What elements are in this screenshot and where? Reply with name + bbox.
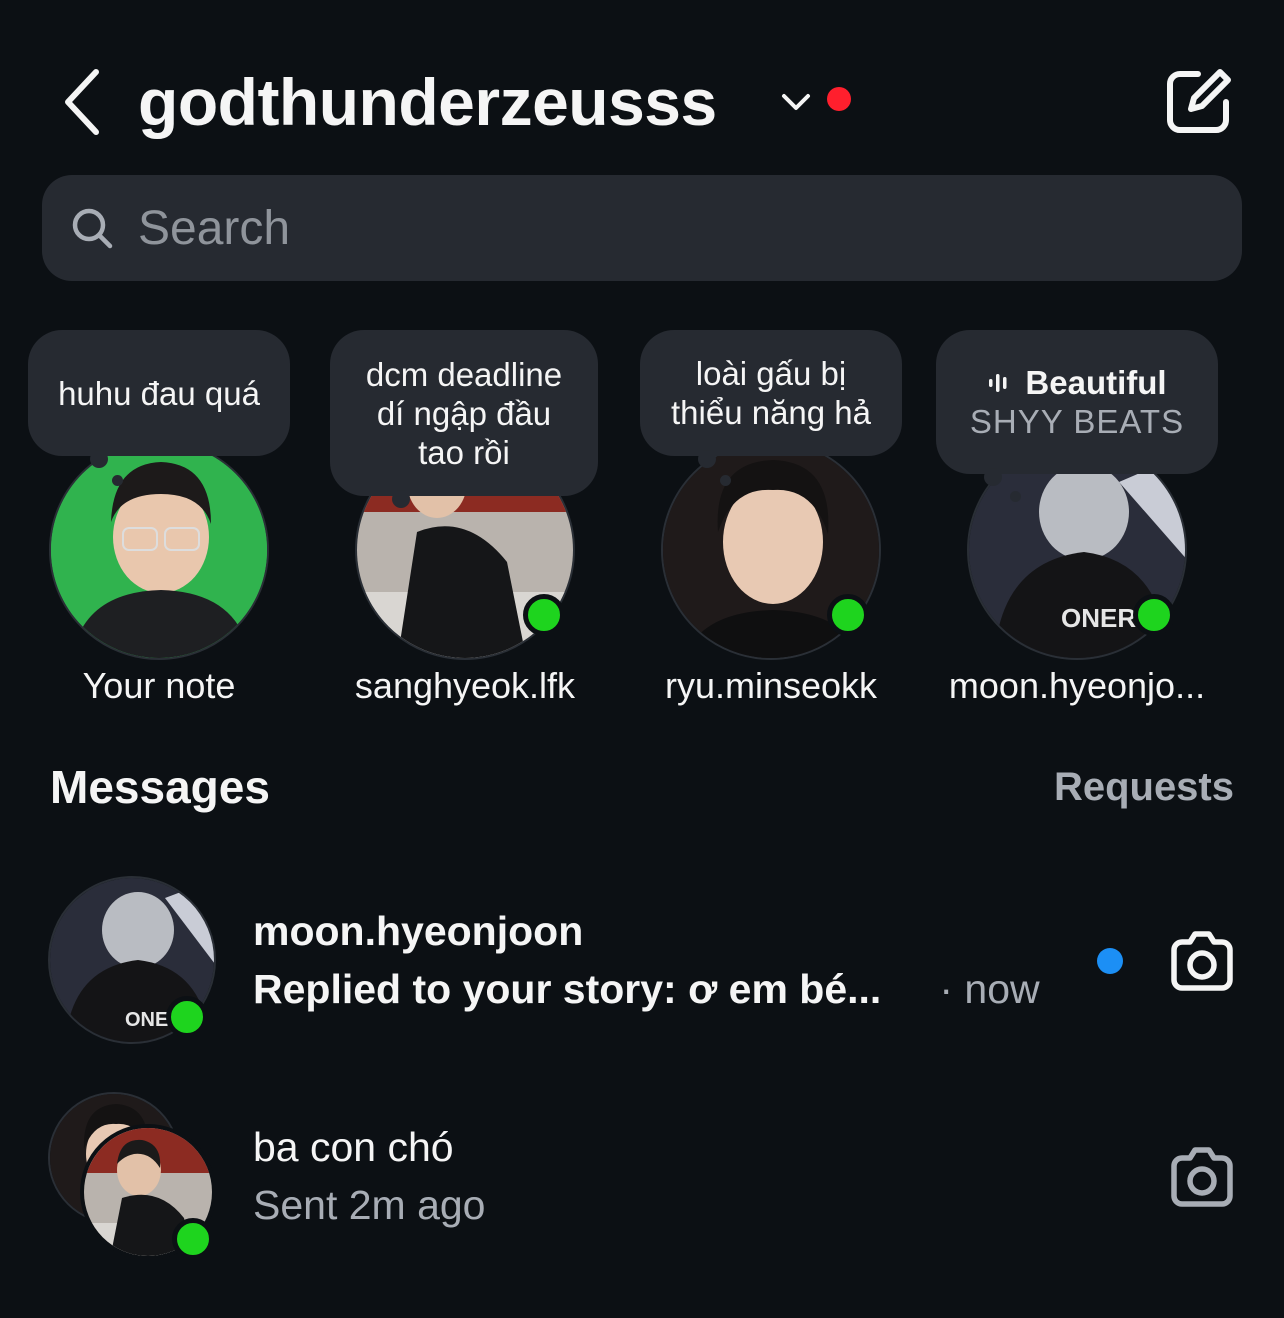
compose-message-icon[interactable] [1164,66,1234,136]
note-bubble: huhu đau quá [28,330,290,486]
note-text-line: dcm deadline [365,355,563,393]
svg-text:ONER: ONER [1061,603,1136,633]
avatar [49,440,269,660]
conversation-name: ba con chó [253,1124,454,1170]
note-label: Your note [82,665,236,706]
note-text: huhu đau quá [58,374,260,412]
note-bubble: dcm deadline dí ngập đầu tao rồi [330,330,598,508]
music-artist: SHYY BEATS [969,403,1185,440]
note-bubble: loài gấu bị thiểu năng hả [640,330,902,486]
note-item-your-note[interactable]: huhu đau quá Your note [9,330,309,720]
note-item-moon-hyeonjoon[interactable]: ONER Beautiful SHYY BEATS moon.hyeonjo..… [927,330,1227,720]
search-input[interactable] [138,190,1218,266]
conversation-row[interactable]: ba con chó Sent 2m ago [0,1084,1284,1274]
online-status-dot [166,996,208,1038]
message-preview: Replied to your story: ơ em bé... [253,966,882,1012]
search-icon [72,208,113,249]
requests-link[interactable]: Requests [1000,765,1234,810]
camera-icon[interactable] [1166,1142,1238,1214]
note-text-line: dí ngập đầu [376,394,552,432]
conversation-row[interactable]: ONEF moon.hyeonjoon Replied to your stor… [0,868,1284,1058]
music-title: Beautiful [1025,364,1167,401]
unread-alert-dot [827,87,851,111]
note-text-line: thiểu năng hả [670,394,871,431]
music-note-bubble: Beautiful SHYY BEATS [936,330,1218,502]
note-item-ryu-minseokk[interactable]: loài gấu bị thiểu năng hả ryu.minseokk [621,330,921,720]
audio-wave-icon [989,373,1007,392]
note-label: ryu.minseokk [664,665,878,706]
note-text-line: tao rồi [418,433,510,471]
message-time: · now [928,966,1040,1012]
online-status-dot [1133,594,1175,636]
camera-icon[interactable] [1166,926,1238,998]
unread-dot [1097,948,1123,974]
online-status-dot [827,594,869,636]
note-label: sanghyeok.lfk [354,665,576,706]
note-item-sanghyeok[interactable]: dcm deadline dí ngập đầu tao rồi sanghye… [315,330,615,720]
online-status-dot [523,594,565,636]
chevron-down-icon[interactable] [778,84,814,120]
account-name-title[interactable]: godthunderzeusss [138,62,717,142]
note-label: moon.hyeonjo... [948,665,1206,706]
online-status-dot [172,1218,214,1260]
message-preview: Sent 2m ago [253,1182,486,1228]
back-arrow-icon[interactable] [58,62,108,142]
note-text-line: loài gấu bị [695,355,847,392]
conversation-name: moon.hyeonjoon [253,908,584,954]
messages-heading: Messages [50,761,270,813]
